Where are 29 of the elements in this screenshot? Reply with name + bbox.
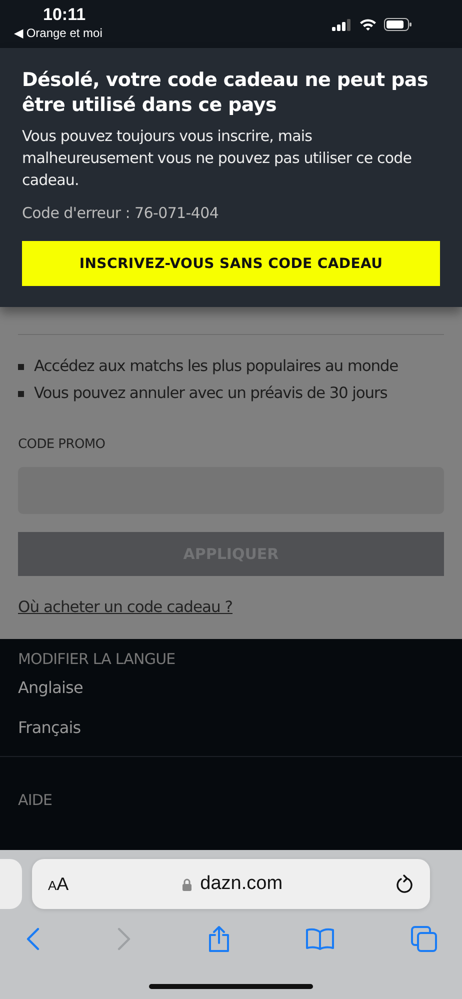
- language-link[interactable]: Anglaise: [18, 678, 83, 697]
- signup-button[interactable]: INSCRIVEZ-VOUS SANS CODE CADEAU: [22, 241, 440, 286]
- status-time: 10:11: [43, 5, 86, 25]
- language-heading: MODIFIER LA LANGUE: [18, 650, 176, 668]
- tabs-icon[interactable]: [411, 926, 437, 952]
- language-link[interactable]: Français: [18, 718, 81, 737]
- benefit-text: Accédez aux matchs les plus populaires au monde: [34, 356, 398, 377]
- signal-icon: [332, 18, 352, 30]
- text-size-button[interactable]: AA: [48, 874, 69, 894]
- address-bar[interactable]: AA dazn.com: [32, 859, 430, 909]
- back-to-app-link[interactable]: ◀ Orange et moi: [14, 26, 102, 40]
- book-icon[interactable]: [306, 928, 334, 950]
- dialog-title: Désolé, votre code cadeau ne peut pas être utilisé dans ce pays: [22, 68, 429, 118]
- battery-icon: [384, 18, 412, 31]
- error-code: Code d'erreur : 76-071-404: [22, 204, 220, 222]
- url-text: dazn.com: [200, 873, 283, 895]
- promo-label: CODE PROMO: [18, 437, 106, 452]
- gift-code-link[interactable]: Où acheter un code cadeau ?: [18, 598, 232, 616]
- share-icon[interactable]: [208, 925, 230, 953]
- reload-icon[interactable]: [396, 874, 414, 894]
- wifi-icon: [359, 18, 377, 31]
- previous-tab-bar[interactable]: [0, 859, 22, 909]
- bullet-icon: [18, 364, 24, 370]
- dialog-message: Vous pouvez toujours vous inscrire, mais malheureusement vous ne pouvez pas utiliser ce code cadeau.: [22, 126, 413, 191]
- back-icon[interactable]: [26, 927, 40, 951]
- bullet-icon: [18, 390, 24, 396]
- lock-icon: [182, 878, 192, 890]
- benefit-text: Vous pouvez annuler avec un préavis de 30 jours: [34, 383, 388, 404]
- help-heading: AIDE: [18, 791, 52, 809]
